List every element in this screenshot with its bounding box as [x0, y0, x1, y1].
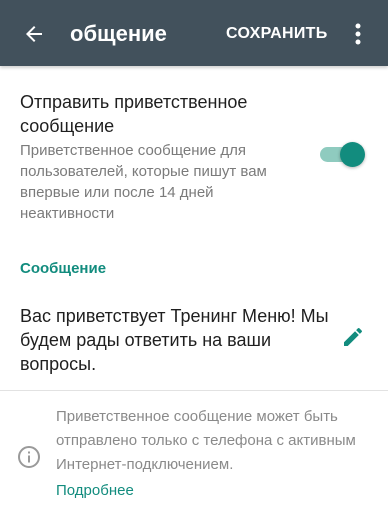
toggle-thumb	[340, 142, 365, 167]
pencil-icon	[344, 327, 363, 346]
info-block: Приветственное сообщение может быть отпр…	[0, 391, 388, 512]
page-title: общение	[70, 21, 167, 46]
greeting-message-text: Вас приветствует Тренинг Меню! Мы будем …	[20, 306, 329, 374]
app-bar: общение СОХРАНИТЬ	[0, 0, 388, 66]
greeting-setting-title: Отправить приветственное сообщение	[20, 92, 248, 136]
more-vert-icon	[355, 23, 361, 45]
greeting-setting-description: Приветственное сообщение для пользовател…	[20, 142, 267, 222]
info-icon	[18, 446, 40, 468]
greeting-setting-row[interactable]: Отправить приветственное сообщение Приве…	[0, 66, 388, 234]
overflow-menu-button[interactable]	[348, 18, 368, 50]
message-section-header: Сообщение	[20, 260, 107, 277]
greeting-toggle[interactable]	[318, 140, 366, 168]
back-button[interactable]	[14, 14, 54, 54]
save-button[interactable]: СОХРАНИТЬ	[226, 20, 328, 48]
info-text: Приветственное сообщение может быть отпр…	[56, 408, 356, 473]
learn-more-link[interactable]: Подробнее	[56, 479, 134, 503]
arrow-left-icon	[26, 26, 42, 42]
greeting-message-row[interactable]: Вас приветствует Тренинг Меню! Мы будем …	[0, 290, 388, 390]
edit-message-button[interactable]	[338, 322, 368, 352]
